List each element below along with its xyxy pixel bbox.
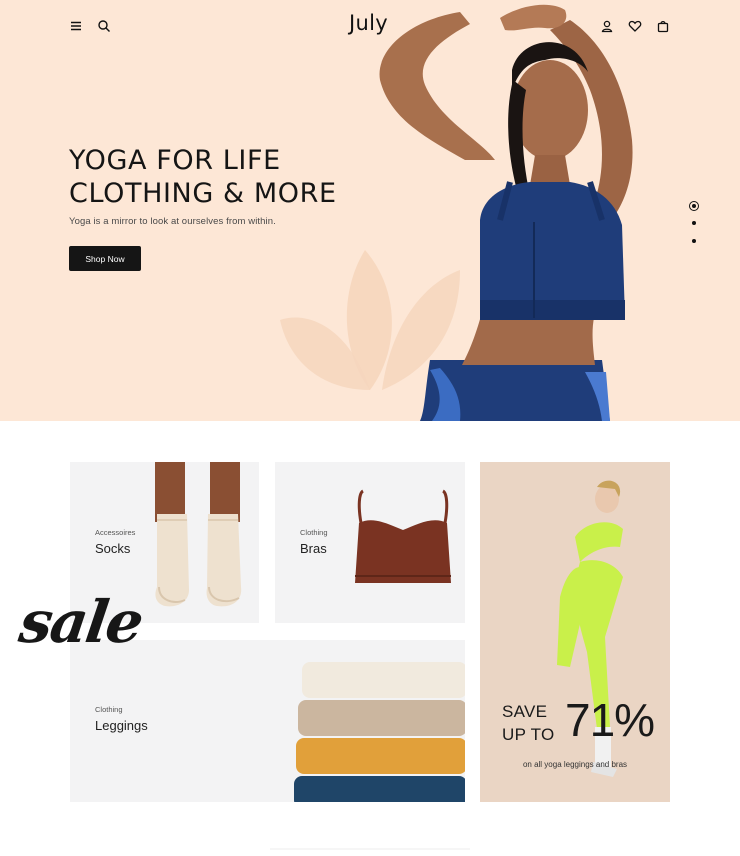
hero-banner: July YOGA FOR LIFE CLOTHING & MORE Yoga … — [0, 0, 740, 421]
hero-model-image — [379, 4, 633, 421]
promo-save-line1: SAVE — [502, 702, 548, 721]
section-divider-faint — [270, 848, 470, 850]
category-card-leggings[interactable]: Clothing Leggings — [70, 640, 465, 802]
hero-title-line1: YOGA FOR LIFE — [69, 145, 281, 176]
slide-dot-1-active[interactable] — [688, 200, 700, 212]
promo-sale-word: sale — [15, 588, 146, 656]
slide-dot-3[interactable] — [688, 232, 700, 250]
leggings-stack-image — [294, 662, 465, 802]
hero-subtitle: Yoga is a mirror to look at ourselves fr… — [69, 216, 276, 227]
slide-dot-2[interactable] — [688, 214, 700, 232]
promo-note: on all yoga leggings and bras — [522, 760, 628, 769]
promo-save-line2: UP TO — [502, 725, 555, 744]
bras-title: Bras — [300, 541, 327, 556]
shop-now-button[interactable]: Shop Now — [69, 246, 141, 271]
search-icon[interactable] — [97, 19, 111, 33]
user-icon[interactable] — [600, 19, 614, 33]
menu-icon[interactable] — [69, 19, 83, 33]
promo-percent: 71% — [565, 694, 655, 746]
socks-title: Socks — [95, 541, 131, 556]
promo-save-text: SAVE UP TO — [502, 700, 555, 746]
leggings-title: Leggings — [95, 718, 148, 733]
bag-icon[interactable] — [656, 19, 670, 33]
sale-promo-banner[interactable] — [480, 462, 670, 802]
socks-kicker: Accessoires — [95, 528, 136, 537]
brand-logo[interactable]: July — [349, 11, 388, 35]
category-card-bras[interactable]: Clothing Bras — [275, 462, 465, 623]
bras-kicker: Clothing — [300, 528, 328, 537]
slider-dots — [688, 200, 700, 250]
bra-image — [355, 489, 451, 583]
heart-icon[interactable] — [628, 19, 642, 33]
leggings-kicker: Clothing — [95, 705, 123, 714]
hero-title-line2: CLOTHING & MORE — [69, 178, 337, 209]
hero-title: YOGA FOR LIFE CLOTHING & MORE — [69, 144, 369, 210]
